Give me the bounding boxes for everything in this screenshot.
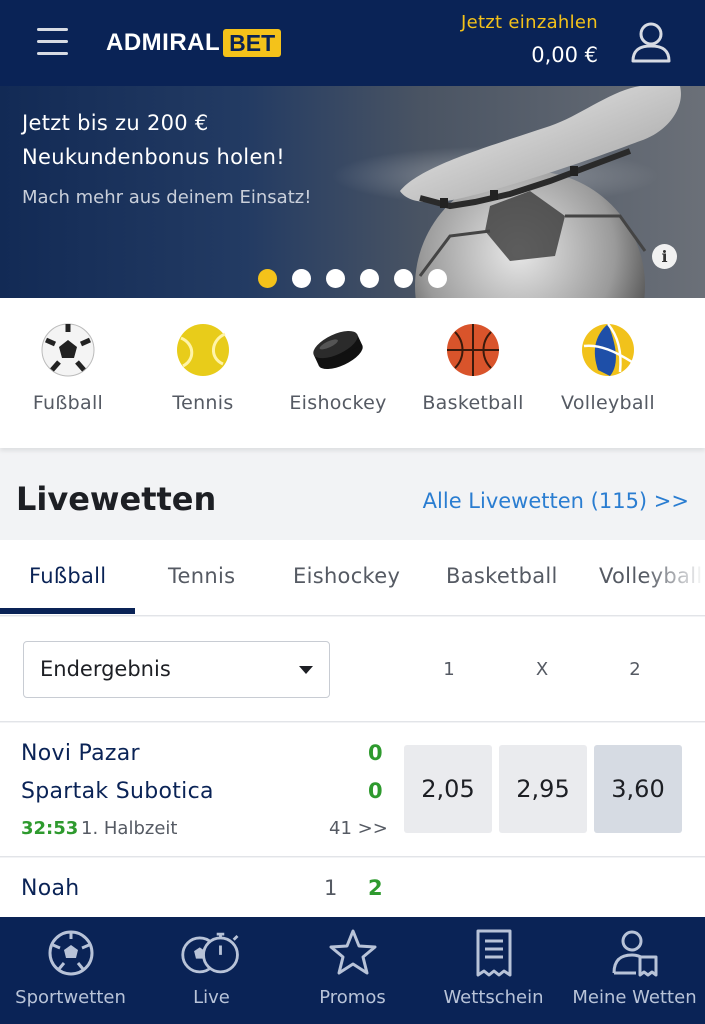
promo-banner[interactable]: Jetzt bis zu 200 € Neukundenbonus holen!… bbox=[0, 86, 705, 298]
hamburger-menu-icon[interactable] bbox=[37, 28, 68, 56]
match-row[interactable]: Noah 1 2 bbox=[0, 858, 705, 918]
sport-item-fussball[interactable]: Fußball bbox=[8, 322, 128, 414]
column-header-1: 1 bbox=[443, 659, 455, 680]
tab-basketball[interactable]: Basketball bbox=[446, 564, 558, 588]
logo-text-bet: BET bbox=[223, 29, 282, 57]
more-markets-link[interactable]: 41 >> bbox=[329, 818, 388, 839]
nav-live[interactable]: Live bbox=[141, 927, 282, 1008]
home-score: 0 bbox=[368, 741, 383, 765]
nav-label: Promos bbox=[319, 987, 386, 1008]
active-tab-indicator bbox=[0, 608, 135, 614]
odd-button-2[interactable]: 3,60 bbox=[594, 745, 682, 833]
sport-name: Basketball bbox=[422, 392, 524, 414]
market-select[interactable]: Endergebnis bbox=[23, 641, 330, 698]
column-header-2: 2 bbox=[629, 659, 641, 680]
set-count: 1 bbox=[324, 876, 338, 900]
bottom-navigation: Sportwetten Live Promos Wettschein Meine… bbox=[0, 917, 705, 1024]
sport-item-tennis[interactable]: Tennis bbox=[143, 322, 263, 414]
player-name: Noah bbox=[21, 876, 80, 901]
banner-headline-line2: Neukundenbonus holen! bbox=[22, 145, 285, 169]
deposit-button[interactable]: Jetzt einzahlen 0,00 € bbox=[461, 12, 598, 67]
banner-headline-line1: Jetzt bis zu 200 € bbox=[22, 111, 209, 135]
home-team: Novi Pazar bbox=[21, 741, 140, 766]
soccer-ball-icon bbox=[41, 323, 95, 377]
logo-text-admiral: ADMIRAL bbox=[106, 29, 221, 56]
tab-scroll-fade bbox=[645, 540, 705, 615]
admiralbet-logo[interactable]: ADMIRAL BET bbox=[106, 28, 282, 58]
column-header-x: X bbox=[535, 659, 549, 680]
carousel-dot[interactable] bbox=[326, 269, 345, 288]
user-account-icon[interactable] bbox=[630, 20, 672, 64]
sport-tabs: Fußball Tennis Eishockey Basketball Voll… bbox=[0, 540, 705, 616]
star-icon bbox=[329, 929, 376, 975]
nav-label: Meine Wetten bbox=[572, 987, 697, 1008]
sport-name: Volleyball bbox=[561, 392, 655, 414]
carousel-dot[interactable] bbox=[394, 269, 413, 288]
top-header: ADMIRAL BET Jetzt einzahlen 0,00 € bbox=[0, 0, 705, 86]
sport-name: Fußball bbox=[32, 392, 104, 414]
carousel-dot[interactable] bbox=[292, 269, 311, 288]
sport-name: Tennis bbox=[172, 392, 234, 414]
all-livewetten-link[interactable]: Alle Livewetten (115) >> bbox=[423, 489, 689, 513]
nav-sportwetten[interactable]: Sportwetten bbox=[0, 927, 141, 1008]
deposit-label: Jetzt einzahlen bbox=[460, 12, 598, 33]
home-score: 2 bbox=[368, 876, 383, 900]
nav-promos[interactable]: Promos bbox=[282, 927, 423, 1008]
away-score: 0 bbox=[368, 779, 383, 803]
nav-label: Live bbox=[193, 987, 230, 1008]
carousel-dots bbox=[258, 269, 447, 288]
match-row[interactable]: Novi Pazar Spartak Subotica 0 0 32:53 1.… bbox=[0, 723, 705, 857]
match-period: 1. Halbzeit bbox=[81, 818, 178, 839]
hockey-puck-icon bbox=[313, 330, 363, 370]
carousel-dot[interactable] bbox=[428, 269, 447, 288]
nav-label: Wettschein bbox=[443, 987, 544, 1008]
sport-item-eishockey[interactable]: Eishockey bbox=[278, 322, 398, 414]
odd-button-1[interactable]: 2,05 bbox=[404, 745, 492, 833]
nav-label: Sportwetten bbox=[15, 987, 126, 1008]
nav-meine-wetten[interactable]: Meine Wetten bbox=[564, 927, 705, 1008]
banner-headline: Jetzt bis zu 200 € Neukundenbonus holen! bbox=[22, 106, 285, 174]
tennis-ball-icon bbox=[177, 324, 229, 376]
user-bets-icon bbox=[612, 930, 657, 977]
odd-button-x[interactable]: 2,95 bbox=[499, 745, 587, 833]
caret-down-icon bbox=[299, 666, 313, 674]
market-header: Endergebnis 1 X 2 bbox=[0, 617, 705, 722]
away-team: Spartak Subotica bbox=[21, 779, 214, 804]
sport-item-basketball[interactable]: Basketball bbox=[413, 322, 533, 414]
banner-subline: Mach mehr aus deinem Einsatz! bbox=[22, 187, 312, 208]
info-icon[interactable]: i bbox=[652, 244, 677, 269]
soccer-ball-icon bbox=[48, 930, 93, 976]
account-balance: 0,00 € bbox=[531, 43, 598, 67]
volleyball-icon bbox=[582, 323, 634, 376]
tab-tennis[interactable]: Tennis bbox=[168, 564, 235, 588]
sport-category-bar: Fußball Tennis Eishockey Basketball Voll… bbox=[0, 298, 705, 448]
tab-eishockey[interactable]: Eishockey bbox=[293, 564, 400, 588]
carousel-dot-active[interactable] bbox=[258, 269, 277, 288]
tab-fussball[interactable]: Fußball bbox=[29, 564, 106, 588]
nav-wettschein[interactable]: Wettschein bbox=[423, 927, 564, 1008]
carousel-dot[interactable] bbox=[360, 269, 379, 288]
match-clock: 32:53 bbox=[21, 818, 79, 839]
sport-item-volleyball[interactable]: Volleyball bbox=[548, 322, 668, 414]
stopwatch-icon bbox=[180, 932, 239, 974]
livewetten-title: Livewetten bbox=[16, 480, 217, 518]
sport-name: Eishockey bbox=[289, 392, 387, 414]
basketball-icon bbox=[447, 324, 499, 376]
market-select-value: Endergebnis bbox=[40, 657, 171, 681]
receipt-icon bbox=[476, 929, 511, 977]
